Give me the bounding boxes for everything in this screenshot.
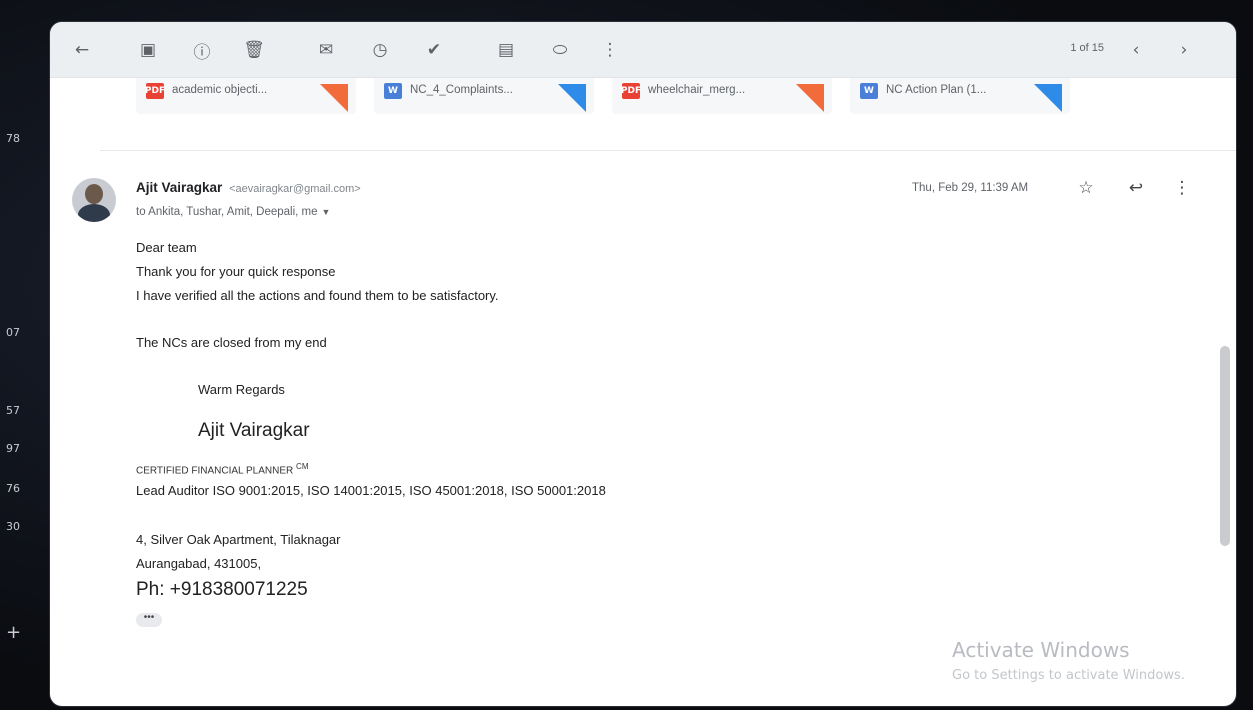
reply-icon[interactable]: ↩: [1124, 176, 1148, 200]
archive-icon[interactable]: ▣: [134, 36, 162, 64]
file-corner-icon: [320, 84, 348, 112]
word-doc-icon: W: [384, 83, 402, 99]
avatar-body: [78, 204, 110, 222]
signature-certifications: Lead Auditor ISO 9001:2015, ISO 14001:20…: [136, 483, 606, 499]
report-spam-icon[interactable]: ⓘ: [188, 36, 216, 64]
body-line: Thank you for your quick response: [136, 264, 336, 279]
sender-line: Ajit Vairagkar <aevairagkar@gmail.com>: [136, 180, 361, 195]
pdf-icon: PDF: [621, 83, 641, 99]
greeting: Dear team: [136, 240, 197, 255]
side-number: 57: [6, 404, 20, 417]
email-toolbar: ← ▣ ⓘ 🗑 ✉ ◷ ✔ ▤ ⬭ ⋮ 1 of 15 ‹ ›: [50, 22, 1236, 78]
signature-address-line: 4, Silver Oak Apartment, Tilaknagar: [136, 532, 341, 548]
signature-title: CERTIFIED FINANCIAL PLANNER CM: [136, 458, 1036, 480]
side-number: 97: [6, 442, 20, 455]
star-icon[interactable]: ☆: [1074, 176, 1098, 200]
chevron-down-icon[interactable]: ▼: [322, 207, 331, 217]
signature-name: Ajit Vairagkar: [198, 420, 310, 441]
mark-unread-icon[interactable]: ✉: [312, 36, 340, 64]
avatar-head: [85, 184, 103, 204]
attachment-name: NC Action Plan (1...: [886, 84, 987, 96]
label-icon[interactable]: ⬭: [546, 36, 574, 64]
word-doc-icon: W: [860, 83, 878, 99]
email-date: Thu, Feb 29, 11:39 AM: [912, 182, 1029, 194]
body-gap: [136, 355, 1036, 378]
pager-count: 1 of 15: [1070, 42, 1104, 54]
message-divider: [100, 150, 1236, 151]
back-arrow-icon[interactable]: ←: [68, 36, 96, 64]
sender-name[interactable]: Ajit Vairagkar: [136, 180, 222, 195]
chevron-left-icon[interactable]: ‹: [1122, 36, 1150, 64]
recipients-line[interactable]: to Ankita, Tushar, Amit, Deepali, me ▼: [136, 206, 330, 218]
scrollbar-thumb[interactable]: [1220, 346, 1230, 546]
side-number: 76: [6, 482, 20, 495]
body-line: I have verified all the actions and foun…: [136, 288, 499, 303]
signature-title-sup: CM: [296, 462, 309, 471]
file-corner-icon: [796, 84, 824, 112]
attachment-name: wheelchair_merg...: [648, 84, 746, 96]
body-line: The NCs are closed from my end: [136, 335, 327, 350]
side-number: 30: [6, 520, 20, 533]
file-corner-icon: [558, 84, 586, 112]
gmail-window: ← ▣ ⓘ 🗑 ✉ ◷ ✔ ▤ ⬭ ⋮ 1 of 15 ‹ › PDF acad…: [50, 22, 1236, 706]
attachment-name: academic objecti...: [172, 84, 268, 96]
avatar[interactable]: [72, 178, 116, 222]
scrollbar[interactable]: [1220, 82, 1230, 702]
desktop-side-numbers: 78 07 57 97 76 30 +: [0, 0, 40, 710]
attachment-chip[interactable]: PDF academic objecti...: [136, 78, 356, 114]
signature-phone: Ph: +918380071225: [136, 579, 308, 601]
attachment-chip[interactable]: W NC_4_Complaints...: [374, 78, 594, 114]
activate-windows-subtitle: Go to Settings to activate Windows.: [952, 668, 1185, 683]
message-more-icon[interactable]: ⋮: [1170, 176, 1194, 200]
attachment-chip[interactable]: PDF wheelchair_merg...: [612, 78, 832, 114]
add-to-tasks-icon[interactable]: ✔: [420, 36, 448, 64]
activate-windows-title: Activate Windows: [952, 638, 1130, 662]
show-trimmed-content-button[interactable]: •••: [136, 613, 162, 628]
side-number: 78: [6, 132, 20, 145]
signature-address-line: Aurangabad, 431005,: [136, 556, 262, 572]
attachment-name: NC_4_Complaints...: [410, 84, 513, 96]
delete-icon[interactable]: 🗑: [240, 36, 268, 64]
signature-regards: Warm Regards: [198, 382, 285, 397]
file-corner-icon: [1034, 84, 1062, 112]
pdf-icon: PDF: [145, 83, 165, 99]
snooze-icon[interactable]: ◷: [366, 36, 394, 64]
sender-email: <aevairagkar@gmail.com>: [229, 183, 361, 195]
side-plus: +: [6, 622, 22, 643]
more-vert-icon[interactable]: ⋮: [596, 36, 624, 64]
chevron-right-icon[interactable]: ›: [1170, 36, 1198, 64]
attachments-row: PDF academic objecti... W NC_4_Complaint…: [136, 78, 1096, 138]
side-number: 07: [6, 326, 20, 339]
signature-title-text: CERTIFIED FINANCIAL PLANNER: [136, 465, 294, 477]
attachment-chip[interactable]: W NC Action Plan (1...: [850, 78, 1070, 114]
recipients-text: to Ankita, Tushar, Amit, Deepali, me: [136, 206, 318, 218]
email-body: Dear team Thank you for your quick respo…: [136, 236, 1036, 628]
move-to-icon[interactable]: ▤: [492, 36, 520, 64]
body-gap: [136, 308, 1036, 331]
body-gap: [136, 502, 1036, 528]
